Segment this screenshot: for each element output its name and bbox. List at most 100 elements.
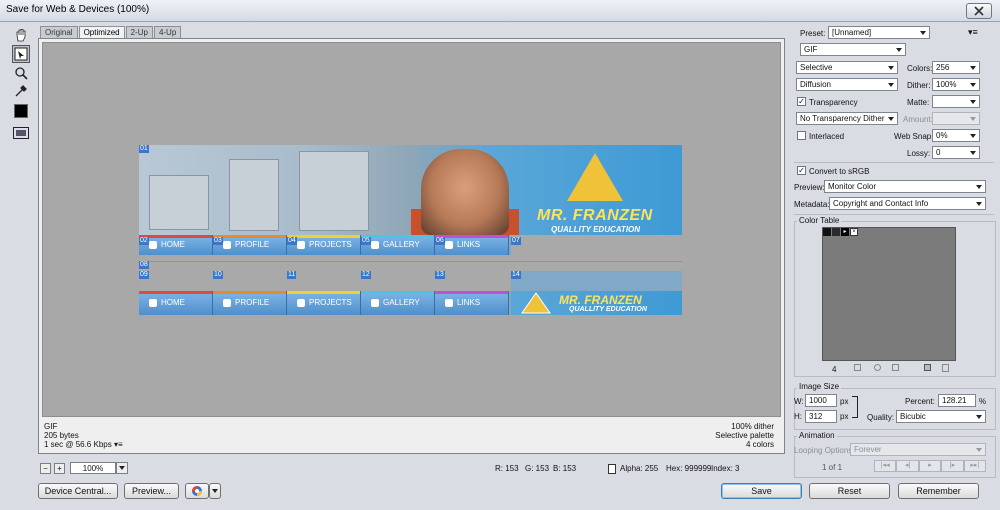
banner-image[interactable]: MR. FRANZEN QUALLITY EDUCATION 01 HOME P… <box>139 145 682 315</box>
dither-field[interactable]: 100% <box>932 78 980 91</box>
matte-select[interactable] <box>932 95 980 108</box>
lock-color-icon[interactable] <box>892 364 899 371</box>
settings-panel: Preset: [Unnamed] ▾≡ GIF Selective Color… <box>790 22 1000 510</box>
zoom-level-field[interactable]: 100% <box>70 462 116 474</box>
zoom-out-button[interactable]: − <box>40 463 51 474</box>
tab-4-up[interactable]: 4-Up <box>153 26 182 38</box>
color-table-grid[interactable]: ▸ × <box>822 227 956 361</box>
slice-select-tool[interactable] <box>12 45 30 63</box>
new-color-icon[interactable] <box>924 364 931 371</box>
nav-button-projects[interactable]: PROJECTS <box>287 291 361 315</box>
quality-select[interactable]: Bicubic <box>896 410 986 423</box>
franzen-logo-icon <box>567 153 623 201</box>
hand-icon <box>16 29 26 42</box>
lossy-label: Lossy: <box>907 149 931 158</box>
nav-button-links[interactable]: LINKS <box>435 235 509 255</box>
chevron-down-icon <box>212 489 218 493</box>
device-central-button[interactable]: Device Central... <box>38 483 118 499</box>
height-field[interactable]: 312 <box>805 410 837 423</box>
color-sample-icon <box>608 464 616 474</box>
hand-tool[interactable] <box>12 26 30 44</box>
nav-button-projects[interactable]: PROJECTS <box>287 235 361 255</box>
previous-frame-button[interactable]: ◂| <box>896 460 919 472</box>
slice-tag: 06 <box>435 237 445 245</box>
animation-controls: |◂◂ ◂| ▸ |▸ ▸▸| <box>874 460 987 472</box>
nav-button-profile[interactable]: PROFILE <box>213 235 287 255</box>
next-frame-button[interactable]: |▸ <box>941 460 964 472</box>
speed-menu-icon[interactable]: ▾≡ <box>114 440 123 449</box>
trash-icon[interactable] <box>942 364 949 372</box>
info-size: 205 bytes <box>44 431 79 440</box>
nav-button-home[interactable]: HOME <box>139 291 213 315</box>
nav-button-gallery[interactable]: GALLERY <box>361 291 435 315</box>
slice-tag: 01 <box>139 145 149 153</box>
nav-button-gallery[interactable]: GALLERY <box>361 235 435 255</box>
tab-original[interactable]: Original <box>40 26 78 38</box>
percent-field[interactable]: 128.21 <box>938 394 976 407</box>
color-swatch[interactable]: ▸ <box>841 228 849 236</box>
web-shift-icon[interactable] <box>874 364 881 371</box>
nav-button-profile[interactable]: PROFILE <box>213 291 287 315</box>
alpha-value: Alpha: 255 <box>620 464 659 473</box>
transparent-swatch[interactable]: × <box>850 228 858 236</box>
preview-button[interactable]: Preview... <box>124 483 179 499</box>
dither-algorithm-select[interactable]: Diffusion <box>796 78 898 91</box>
slice-tag: 08 <box>139 261 149 269</box>
looping-select[interactable]: Forever <box>850 443 986 456</box>
slice-tag: 10 <box>213 271 223 279</box>
metadata-select[interactable]: Copyright and Contact Info <box>829 197 986 210</box>
browser-icon <box>192 486 202 496</box>
banner-photo: MR. FRANZEN QUALLITY EDUCATION <box>139 145 682 235</box>
toggle-slices-tool[interactable] <box>12 124 30 142</box>
transparency-label: Transparency <box>809 98 858 107</box>
eyedropper-color-swatch[interactable] <box>14 104 28 118</box>
zoom-tool[interactable] <box>12 64 30 82</box>
convert-srgb-label: Convert to sRGB <box>809 167 870 176</box>
preview-mode-select[interactable]: Monitor Color <box>824 180 986 193</box>
first-frame-button[interactable]: |◂◂ <box>874 460 897 472</box>
browser-dropdown[interactable] <box>209 483 221 499</box>
tab-2-up[interactable]: 2-Up <box>125 26 153 38</box>
animation-title: Animation <box>797 431 837 440</box>
map-transparent-icon[interactable] <box>854 364 861 371</box>
optimization-info: GIF 205 bytes 1 sec @ 56.6 Kbps ▾≡ <box>44 422 123 449</box>
slice-tag: 03 <box>213 237 223 245</box>
web-snap-field[interactable]: 0% <box>932 129 980 142</box>
format-select[interactable]: GIF <box>800 43 906 56</box>
color-swatch[interactable] <box>823 228 831 236</box>
banner-tagline: QUALLITY EDUCATION <box>551 225 641 234</box>
convert-srgb-checkbox[interactable]: ✓ <box>797 166 806 175</box>
matte-label: Matte: <box>907 98 930 107</box>
colors-field[interactable]: 256 <box>932 61 980 74</box>
tab-optimized[interactable]: Optimized <box>78 26 125 38</box>
panel-menu-icon[interactable]: ▾≡ <box>968 27 978 38</box>
preset-select[interactable]: [Unnamed] <box>828 26 930 39</box>
constrain-proportions-icon[interactable] <box>852 396 858 418</box>
interlaced-checkbox[interactable] <box>797 131 806 140</box>
tool-strip <box>8 24 34 139</box>
browser-preview-button[interactable] <box>185 483 209 499</box>
lossy-field[interactable]: 0 <box>932 146 980 159</box>
zoom-in-button[interactable]: + <box>54 463 65 474</box>
color-table-title: Color Table <box>797 216 842 225</box>
amount-field[interactable] <box>932 112 980 125</box>
last-frame-button[interactable]: ▸▸| <box>963 460 987 472</box>
eyedropper-tool[interactable] <box>12 82 30 100</box>
quality-label: Quality: <box>867 413 895 422</box>
color-reduction-select[interactable]: Selective <box>796 61 898 74</box>
slice-tag: 12 <box>361 271 371 279</box>
width-field[interactable]: 1000 <box>805 394 837 407</box>
image-size-title: Image Size <box>797 382 842 391</box>
transparency-checkbox[interactable]: ✓ <box>797 97 806 106</box>
nav-button-home[interactable]: HOME <box>139 235 213 255</box>
transparency-dither-select[interactable]: No Transparency Dither <box>796 112 898 125</box>
zoom-dropdown[interactable] <box>116 462 128 474</box>
slice-tag: 07 <box>511 237 521 245</box>
color-count: 4 <box>832 365 837 374</box>
info-speed[interactable]: 1 sec @ 56.6 Kbps ▾≡ <box>44 440 123 449</box>
banner-tagline: QUALLITY EDUCATION <box>569 306 647 313</box>
nav-button-links[interactable]: LINKS <box>435 291 509 315</box>
color-swatch[interactable] <box>832 228 840 236</box>
play-button[interactable]: ▸ <box>918 460 942 472</box>
close-button[interactable] <box>966 3 992 19</box>
